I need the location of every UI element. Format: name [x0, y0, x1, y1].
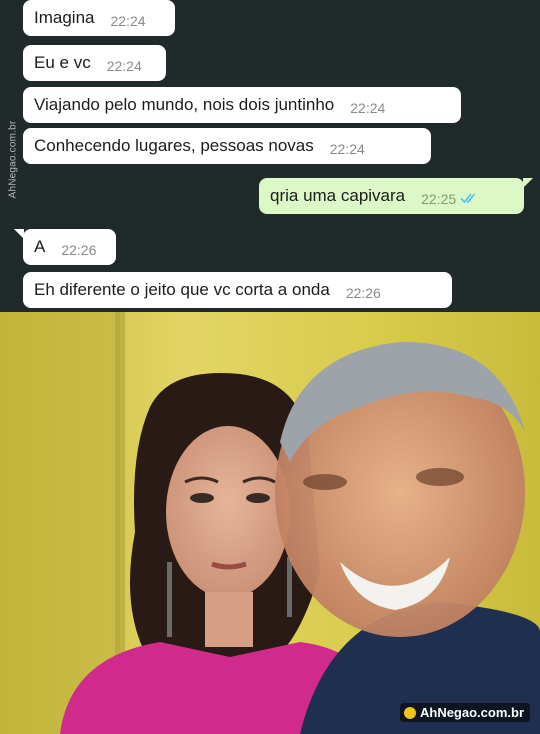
message-bubble-outgoing[interactable]: qria uma capivara 22:25: [259, 178, 533, 214]
message-text: Imagina: [34, 8, 95, 27]
ahnegao-logo: AhNegao.com.br: [399, 703, 530, 722]
message-bubble-incoming[interactable]: Viajando pelo mundo, nois dois juntinho …: [23, 87, 461, 123]
message-time: 22:26: [345, 285, 381, 301]
message-time: 22:24: [110, 13, 146, 29]
meme-photo-illustration: [0, 312, 540, 734]
message-bubble-incoming[interactable]: Conhecendo lugares, pessoas novas 22:24: [23, 128, 431, 164]
message-time: 22:24: [329, 141, 365, 157]
message-bubble-incoming[interactable]: Eh diferente o jeito que vc corta a onda…: [23, 272, 452, 308]
message-time: 22:26: [61, 242, 97, 258]
message-time: 22:24: [106, 58, 142, 74]
bubble-tail: [14, 229, 24, 239]
message-bubble-incoming[interactable]: Imagina 22:24: [23, 0, 175, 36]
message-text: Eu e vc: [34, 53, 91, 72]
message-time: 22:25: [421, 191, 457, 207]
chat-area: AhNegao.com.br Imagina 22:24 Eu e vc 22:…: [0, 0, 540, 312]
message-text: Viajando pelo mundo, nois dois juntinho: [34, 95, 335, 114]
logo-text: AhNegao.com.br: [419, 705, 524, 720]
side-watermark-text: AhNegao.com.br: [7, 120, 19, 198]
message-text: Conhecendo lugares, pessoas novas: [34, 136, 314, 155]
message-time: 22:24: [350, 100, 386, 116]
side-watermark: AhNegao.com.br: [6, 100, 20, 218]
message-bubble-incoming[interactable]: A 22:26: [14, 229, 116, 265]
message-text: A: [34, 237, 46, 256]
message-text: Eh diferente o jeito que vc corta a onda: [34, 280, 330, 299]
message-bubble-incoming[interactable]: Eu e vc 22:24: [23, 45, 166, 81]
message-text: qria uma capivara: [270, 186, 406, 205]
meme-photo: AhNegao.com.br: [0, 312, 540, 734]
logo-icon: [403, 706, 416, 719]
read-double-check-icon: [460, 189, 480, 209]
bubble-tail: [523, 178, 533, 188]
